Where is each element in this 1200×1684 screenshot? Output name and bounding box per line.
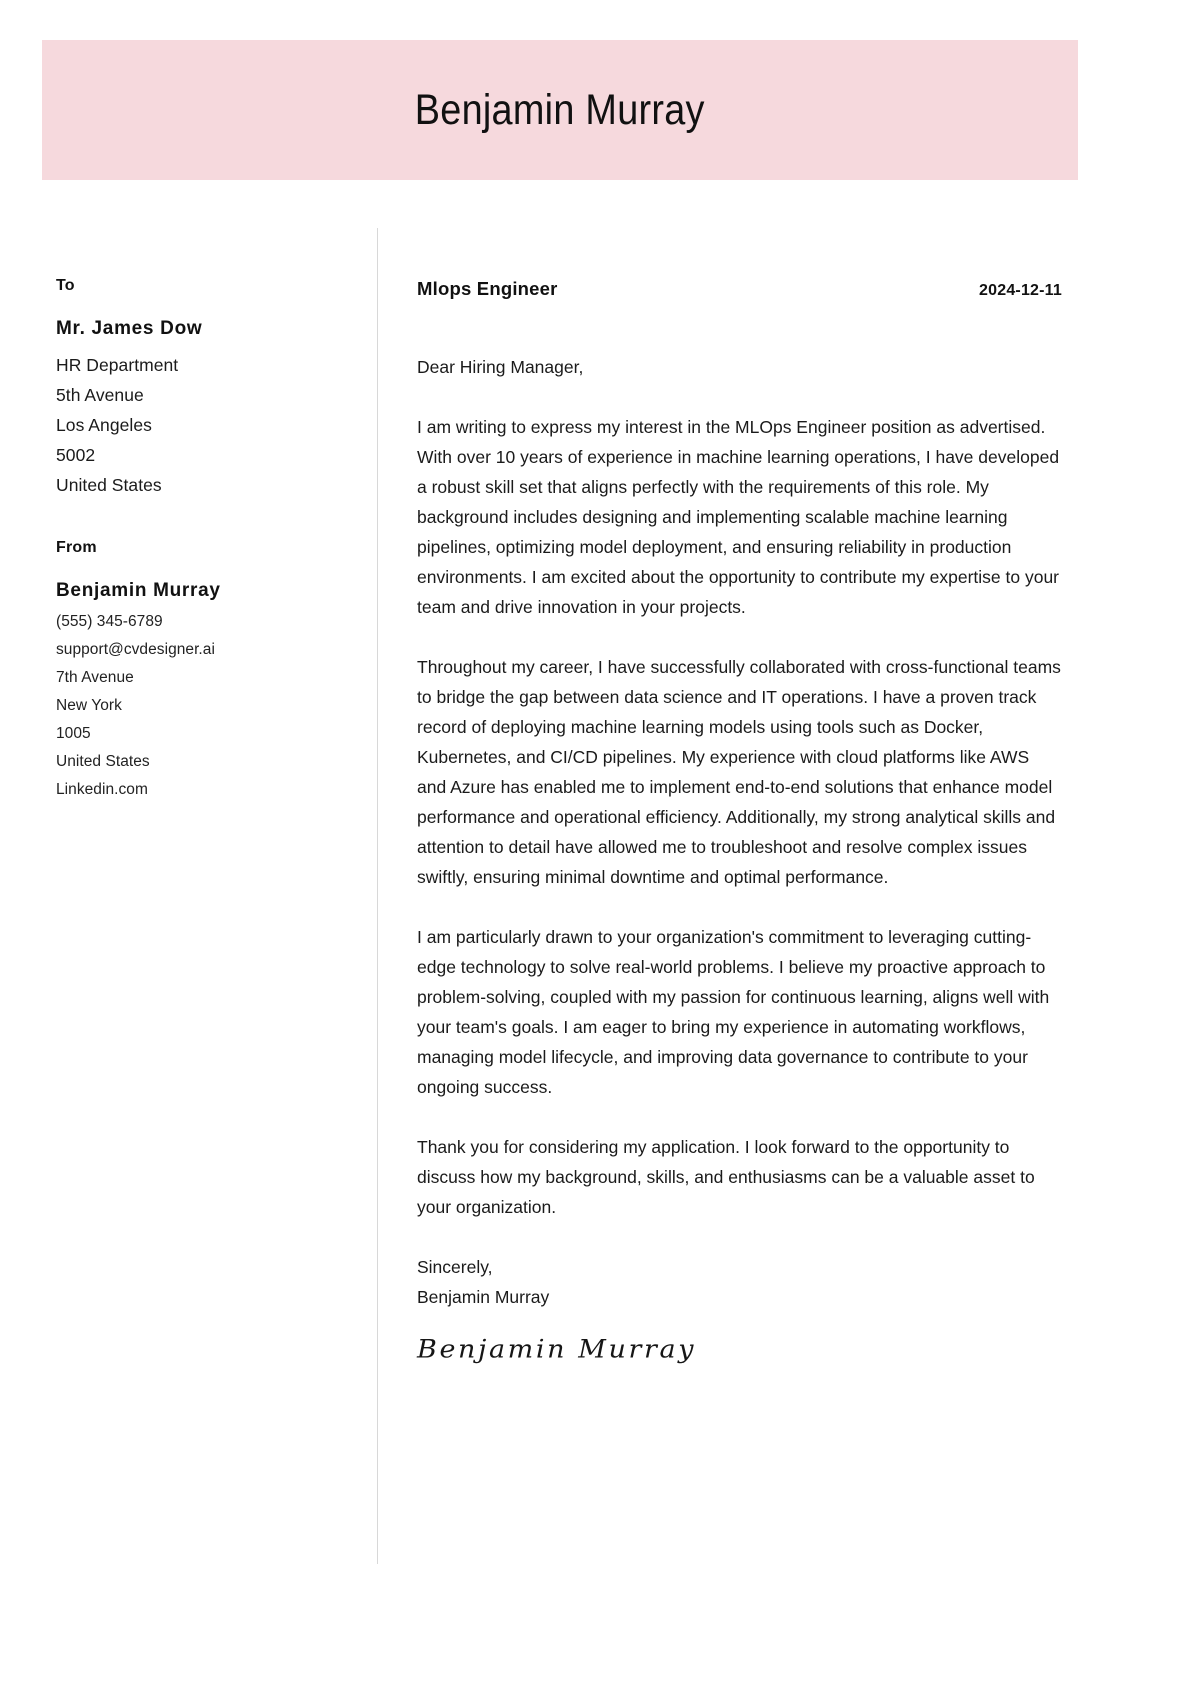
- page-title: Benjamin Murray: [415, 85, 705, 134]
- header-banner: Benjamin Murray: [42, 40, 1078, 180]
- address-sidebar: To Mr. James Dow HR Department 5th Avenu…: [56, 278, 356, 804]
- list-item: New York: [56, 697, 122, 715]
- closing-salutation: Sincerely,: [417, 1257, 493, 1277]
- list-item: United States: [56, 474, 162, 495]
- letter-paragraph: Throughout my career, I have successfull…: [417, 657, 1061, 887]
- column-divider: [377, 228, 378, 1564]
- list-item: 7th Avenue: [56, 669, 134, 687]
- letter-paragraph: I am particularly drawn to your organiza…: [417, 927, 1050, 1097]
- sender-contact-list: (555) 345-6789 support@cvdesigner.ai 7th…: [56, 608, 356, 804]
- list-item: 1005: [56, 725, 91, 743]
- linkedin-link: Linkedin.com: [56, 781, 148, 799]
- recipient-name: Mr. James Dow: [56, 318, 203, 339]
- list-item: HR Department: [56, 354, 179, 375]
- job-title: Mlops Engineer: [417, 278, 558, 299]
- salutation: Dear Hiring Manager,: [417, 357, 584, 377]
- recipient-block: To Mr. James Dow HR Department 5th Avenu…: [56, 278, 356, 500]
- letter-paragraph: Thank you for considering my application…: [417, 1137, 1035, 1217]
- sender-name: Benjamin Murray: [56, 579, 221, 601]
- recipient-label: To: [56, 277, 75, 294]
- phone-number: (555) 345-6789: [56, 613, 163, 631]
- letter-body: Mlops Engineer 2024-12-11 Dear Hiring Ma…: [417, 278, 1062, 1365]
- list-item: Los Angeles: [56, 414, 152, 435]
- list-item: 5002: [56, 444, 96, 465]
- letter-header-row: Mlops Engineer 2024-12-11: [417, 278, 1062, 300]
- sender-label: From: [56, 538, 97, 556]
- signature: Benjamin Murray: [417, 1334, 697, 1365]
- cover-letter-page: Benjamin Murray To Mr. James Dow HR Depa…: [0, 0, 1200, 1684]
- letter-date: 2024-12-11: [979, 282, 1062, 299]
- closing-name: Benjamin Murray: [417, 1287, 550, 1307]
- letter-paragraph: I am writing to express my interest in t…: [417, 417, 1060, 617]
- recipient-address-list: HR Department 5th Avenue Los Angeles 500…: [56, 350, 356, 500]
- list-item: United States: [56, 753, 150, 771]
- email-address: support@cvdesigner.ai: [56, 641, 215, 659]
- list-item: 5th Avenue: [56, 384, 144, 405]
- sender-block: From Benjamin Murray (555) 345-6789 supp…: [56, 538, 356, 805]
